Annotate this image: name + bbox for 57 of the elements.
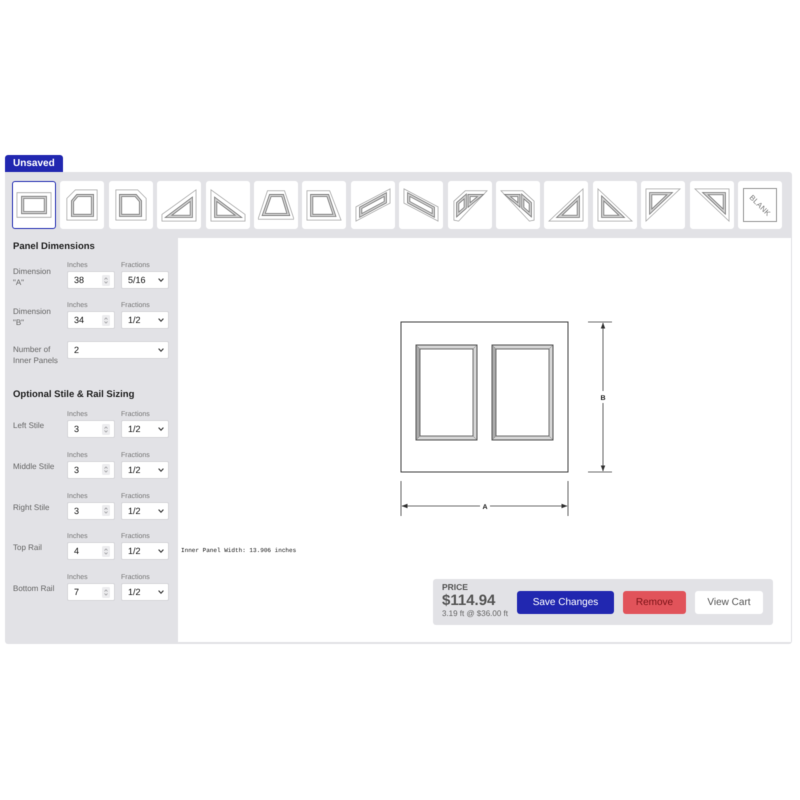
spinner-arrows-icon[interactable] bbox=[102, 314, 110, 326]
spinner-arrows-icon[interactable] bbox=[102, 274, 110, 286]
fraction-select[interactable]: 5/16 bbox=[121, 271, 169, 289]
status-label: Unsaved bbox=[5, 155, 63, 172]
spinner-arrows-icon[interactable] bbox=[102, 464, 110, 476]
chevron-down-icon bbox=[158, 468, 164, 472]
chevron-down-icon bbox=[158, 427, 164, 431]
parallelogram-panel-icon bbox=[403, 187, 440, 223]
fraction-select[interactable]: 1/2 bbox=[121, 420, 169, 438]
inches-input[interactable]: 38 bbox=[67, 271, 115, 289]
spinner-arrows-icon[interactable] bbox=[102, 546, 110, 557]
field-label: Dimension "A" bbox=[13, 266, 52, 288]
shape-option[interactable] bbox=[12, 181, 56, 229]
inches-input[interactable]: 7 bbox=[67, 583, 115, 601]
fraction-select[interactable]: 1/2 bbox=[121, 542, 169, 560]
field-label: Number of Inner Panels bbox=[13, 344, 59, 366]
triangle-panel-icon bbox=[210, 187, 246, 223]
fraction-select[interactable]: 1/2 bbox=[121, 502, 169, 520]
chevron-down-icon bbox=[158, 590, 164, 594]
section-heading: Panel Dimensions bbox=[13, 241, 96, 253]
inches-input[interactable]: 3 bbox=[67, 460, 115, 479]
spinner-arrows-icon[interactable] bbox=[102, 424, 110, 434]
inches-input[interactable]: 3 bbox=[67, 420, 115, 438]
price-amount: $114.94 bbox=[442, 592, 496, 608]
chevron-down-icon bbox=[158, 348, 164, 352]
field-label: Bottom Rail bbox=[13, 583, 56, 594]
spinner-arrows-icon[interactable] bbox=[102, 505, 110, 516]
field-label: Middle Stile bbox=[13, 460, 56, 472]
chevron-down-icon bbox=[158, 318, 164, 322]
triangle-panel-icon bbox=[645, 187, 682, 223]
pentagon-panel-icon bbox=[112, 187, 149, 223]
panel-count-select[interactable]: 2 bbox=[67, 341, 169, 359]
chevron-down-icon bbox=[158, 508, 164, 512]
pentagon-panel-icon bbox=[64, 187, 100, 223]
inches-input[interactable]: 3 bbox=[67, 502, 115, 520]
spinner-arrows-icon[interactable] bbox=[102, 586, 110, 598]
fraction-select[interactable]: 1/2 bbox=[121, 583, 169, 601]
field-label: Right Stile bbox=[13, 502, 50, 512]
triangle-panel-icon bbox=[548, 187, 584, 223]
inches-input[interactable]: 34 bbox=[67, 311, 115, 329]
price-detail: 3.19 ft @ $36.00 ft bbox=[442, 608, 508, 618]
field-label: Dimension "B" bbox=[13, 306, 52, 328]
view-cart-button[interactable]: View Cart bbox=[695, 590, 763, 614]
parallelogram-panel-icon bbox=[354, 187, 391, 223]
fraction-select[interactable]: 1/2 bbox=[121, 311, 169, 329]
fraction-select[interactable]: 1/2 bbox=[121, 460, 169, 479]
field-label: Left Stile bbox=[13, 420, 46, 431]
chevron-down-icon bbox=[158, 549, 164, 554]
save-button[interactable]: Save Changes bbox=[517, 590, 614, 614]
field-label: Top Rail bbox=[13, 542, 43, 554]
triangle-panel-icon bbox=[161, 187, 198, 223]
chevron-down-icon bbox=[158, 278, 164, 282]
inches-input[interactable]: 4 bbox=[67, 542, 115, 560]
triangle-panel-icon bbox=[596, 187, 633, 223]
price-label: PRICE bbox=[442, 582, 468, 592]
section-heading: Optional Stile & Rail Sizing bbox=[13, 389, 136, 401]
triangle-panel-icon bbox=[694, 187, 730, 223]
